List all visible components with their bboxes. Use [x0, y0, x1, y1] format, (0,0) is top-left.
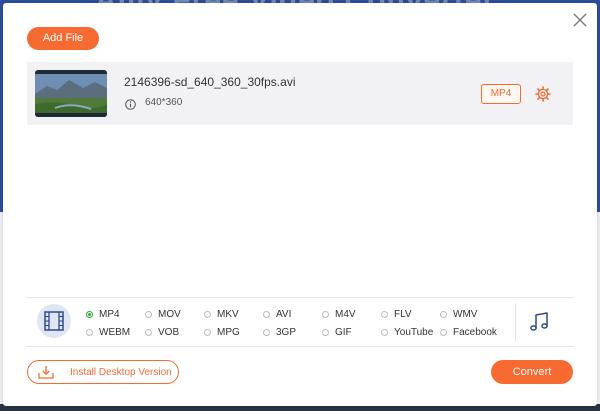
- format-label: MP4: [99, 308, 120, 320]
- format-label: 3GP: [276, 326, 297, 338]
- radio[interactable]: [145, 310, 152, 318]
- music-note-icon[interactable]: [527, 310, 551, 334]
- radio[interactable]: [204, 310, 211, 318]
- format-label: YouTube: [394, 326, 434, 338]
- radio[interactable]: [263, 310, 270, 318]
- format-selector: MP4 MOV MKV AVI M4V FLV WMV WEBM VOB MPG…: [27, 297, 573, 347]
- radio[interactable]: [145, 328, 152, 336]
- download-icon: [38, 365, 54, 379]
- format-option-facebook[interactable]: Facebook: [440, 323, 499, 341]
- radio[interactable]: [440, 310, 447, 318]
- file-name: 2146396-sd_640_360_30fps.avi: [124, 75, 296, 89]
- format-option-youtube[interactable]: YouTube: [381, 323, 440, 341]
- output-format-button[interactable]: MP4: [481, 84, 521, 104]
- format-label: WMV: [453, 308, 478, 320]
- format-label: WEBM: [99, 326, 131, 338]
- converter-dialog: Add File 2146396-sd_640_360_30fps.avi 64…: [3, 3, 597, 406]
- format-label: GIF: [335, 326, 352, 338]
- gear-icon[interactable]: [535, 86, 551, 102]
- format-options: MP4 MOV MKV AVI M4V FLV WMV WEBM VOB MPG…: [86, 305, 506, 341]
- film-icon[interactable]: [37, 304, 71, 338]
- video-thumbnail: [35, 70, 107, 117]
- radio[interactable]: [381, 310, 388, 318]
- format-option-m4v[interactable]: M4V: [322, 305, 381, 323]
- file-item: 2146396-sd_640_360_30fps.avi 640*360 MP4: [27, 62, 573, 125]
- convert-button[interactable]: Convert: [491, 360, 573, 384]
- file-resolution: 640*360: [145, 97, 183, 108]
- format-label: AVI: [276, 308, 292, 320]
- format-label: M4V: [335, 308, 356, 320]
- format-option-avi[interactable]: AVI: [263, 305, 322, 323]
- format-option-mpg[interactable]: MPG: [204, 323, 263, 341]
- format-label: MOV: [158, 308, 181, 320]
- radio[interactable]: [440, 328, 447, 336]
- format-option-mov[interactable]: MOV: [145, 305, 204, 323]
- format-label: Facebook: [453, 326, 497, 338]
- format-option-gif[interactable]: GIF: [322, 323, 381, 341]
- format-label: FLV: [394, 308, 412, 320]
- format-option-mkv[interactable]: MKV: [204, 305, 263, 323]
- radio[interactable]: [204, 328, 211, 336]
- format-label: VOB: [158, 326, 180, 338]
- format-label: MPG: [217, 326, 240, 338]
- divider: [515, 303, 516, 341]
- install-desktop-button[interactable]: Install Desktop Version: [27, 360, 179, 384]
- radio[interactable]: [322, 310, 329, 318]
- install-label: Install Desktop Version: [70, 367, 172, 378]
- format-option-vob[interactable]: VOB: [145, 323, 204, 341]
- format-option-mp4[interactable]: MP4: [86, 305, 145, 323]
- radio[interactable]: [263, 328, 270, 336]
- close-icon[interactable]: [570, 10, 590, 30]
- info-icon[interactable]: [125, 97, 136, 110]
- format-option-flv[interactable]: FLV: [381, 305, 440, 323]
- radio-selected[interactable]: [86, 310, 93, 318]
- radio[interactable]: [86, 328, 93, 336]
- format-option-3gp[interactable]: 3GP: [263, 323, 322, 341]
- format-option-webm[interactable]: WEBM: [86, 323, 145, 341]
- radio[interactable]: [322, 328, 329, 336]
- format-option-wmv[interactable]: WMV: [440, 305, 499, 323]
- format-label: MKV: [217, 308, 239, 320]
- add-file-button[interactable]: Add File: [27, 27, 99, 50]
- radio[interactable]: [381, 328, 388, 336]
